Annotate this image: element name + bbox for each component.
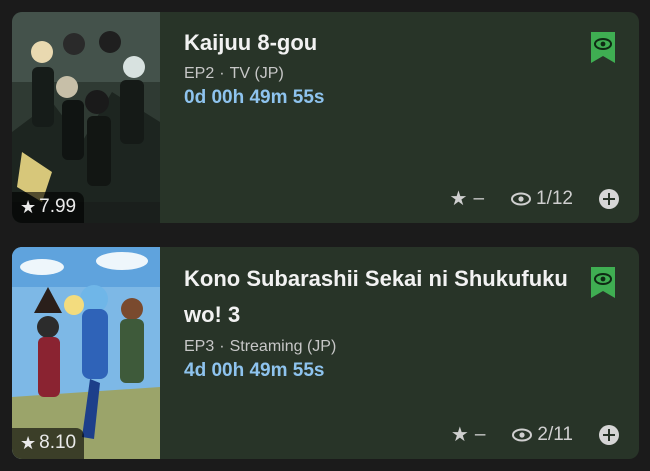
format-label: Streaming (JP) bbox=[229, 338, 337, 355]
card-actions: ★ – 2/11 bbox=[451, 422, 619, 447]
airing-countdown: 0d 00h 49m 55s bbox=[184, 87, 325, 108]
score-badge: ★ 8.10 bbox=[12, 428, 85, 459]
watch-progress[interactable]: 2/11 bbox=[511, 424, 573, 446]
progress-value: 2/11 bbox=[537, 423, 573, 445]
watching-status-button[interactable] bbox=[591, 32, 615, 63]
meta-separator: · bbox=[219, 338, 225, 355]
episode-number: EP2 bbox=[184, 65, 215, 82]
poster-image[interactable]: ★ 8.10 bbox=[12, 247, 160, 459]
anime-title[interactable]: Kono Subarashii Sekai ni Shukufuku wo! 3 bbox=[184, 261, 579, 333]
score-value: 7.99 bbox=[39, 196, 77, 217]
poster-image[interactable]: ★ 7.99 bbox=[12, 12, 160, 223]
user-rating-button[interactable]: ★ – bbox=[450, 186, 485, 211]
episode-meta: EP3 · Streaming (JP) bbox=[184, 338, 579, 356]
user-rating-button[interactable]: ★ – bbox=[451, 422, 486, 447]
card-actions: ★ – 1/12 bbox=[450, 186, 619, 211]
anime-card[interactable]: ★ 8.10 Kono Subarashii Sekai ni Shukufuk… bbox=[12, 247, 639, 459]
meta-separator: · bbox=[219, 65, 225, 82]
score-badge: ★ 7.99 bbox=[12, 192, 85, 223]
airing-countdown: 4d 00h 49m 55s bbox=[184, 360, 325, 381]
star-icon: ★ bbox=[20, 432, 37, 453]
eye-icon bbox=[591, 267, 615, 298]
star-icon: ★ bbox=[450, 424, 469, 446]
increment-episode-button[interactable] bbox=[599, 188, 619, 209]
star-icon: ★ bbox=[20, 196, 37, 217]
format-label: TV (JP) bbox=[229, 65, 284, 82]
watch-progress[interactable]: 1/12 bbox=[510, 188, 573, 210]
star-icon: ★ bbox=[449, 188, 468, 210]
watching-status-button[interactable] bbox=[591, 267, 615, 298]
progress-value: 1/12 bbox=[536, 187, 573, 209]
user-rating-value: – bbox=[473, 187, 485, 209]
score-value: 8.10 bbox=[39, 432, 77, 453]
eye-icon bbox=[511, 192, 532, 205]
eye-icon bbox=[591, 32, 615, 63]
increment-episode-button[interactable] bbox=[599, 424, 619, 445]
anime-card[interactable]: ★ 7.99 Kaijuu 8-gou EP2 · TV (JP) 0d 00h 4… bbox=[12, 12, 639, 223]
episode-number: EP3 bbox=[184, 338, 215, 355]
eye-icon bbox=[512, 428, 533, 441]
entry-info: Kono Subarashii Sekai ni Shukufuku wo! 3… bbox=[184, 247, 579, 382]
anime-title[interactable]: Kaijuu 8-gou bbox=[184, 26, 579, 60]
user-rating-value: – bbox=[474, 423, 486, 445]
episode-meta: EP2 · TV (JP) bbox=[184, 65, 579, 83]
entry-info: Kaijuu 8-gou EP2 · TV (JP) 0d 00h 49m 55s bbox=[184, 12, 579, 109]
